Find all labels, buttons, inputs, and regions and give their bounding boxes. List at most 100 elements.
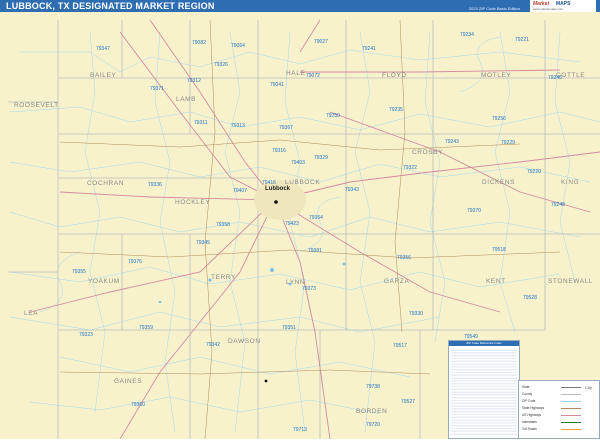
zip-label: 79371	[150, 86, 164, 92]
logo-url: www.marketmaps.com	[533, 7, 564, 11]
county-label-bailey: BAILEY	[90, 72, 117, 79]
zip-label: 79336	[148, 182, 162, 188]
zip-label: 79713	[293, 427, 307, 433]
zip-label: 79256	[492, 116, 506, 122]
county-label-terry: TERRY	[211, 274, 236, 281]
county-label-garza: GARZA	[384, 278, 410, 285]
legend-line-state	[561, 387, 581, 388]
zip-label: 79041	[270, 82, 284, 88]
county-label-floyd: FLOYD	[382, 72, 407, 79]
zip-label: 79330	[409, 311, 423, 317]
zip-label: 79343	[345, 187, 359, 193]
lamesa-city-dot	[264, 379, 268, 383]
zip-label: 79241	[362, 46, 376, 52]
zip-label: 79738	[366, 384, 380, 390]
county-label-dawson: DAWSON	[228, 338, 261, 345]
legend-label-us-hwy: US Highways	[522, 413, 542, 417]
county-label-lynn: LYNN	[286, 279, 306, 286]
zip-label: 79423	[285, 221, 299, 227]
map-frame: LUBBOCK, TX DESIGNATED MARKET REGION 202…	[0, 0, 600, 440]
county-label-lea: LEA	[24, 310, 39, 317]
edition-label: 2023 ZIP Code Basic Edition	[468, 6, 520, 11]
legend-line-state-hwy	[561, 408, 581, 409]
zip-label: 79527	[401, 399, 415, 405]
zip-label: 79220	[527, 169, 541, 175]
legend-inset-label: City	[585, 385, 592, 390]
zip-label: 79250	[326, 113, 340, 119]
zip-label: 79720	[366, 422, 380, 428]
legend-label-zip: ZIP Code	[522, 399, 536, 403]
zip-label: 79416	[262, 180, 276, 186]
legend-label-state: State	[522, 385, 530, 389]
county-label-yoakum: YOAKUM	[88, 278, 120, 285]
county-label-hale: HALE	[286, 70, 306, 77]
county-label-lubbock: LUBBOCK	[285, 179, 321, 186]
zip-label: 79358	[216, 222, 230, 228]
zip-label: 79342	[206, 342, 220, 348]
lubbock-city-dot	[274, 200, 278, 204]
zip-label: 79246	[548, 75, 562, 81]
county-label-motley: MOTLEY	[481, 72, 512, 79]
zip-label: 79311	[194, 120, 208, 126]
zip-label: 79312	[187, 78, 201, 84]
zip-label: 79373	[302, 286, 316, 292]
zip-label: 79326	[214, 62, 228, 68]
zip-label: 79345	[196, 240, 210, 246]
zip-label: 79517	[393, 343, 407, 349]
legend-label-interstate: Interstates	[522, 420, 537, 424]
county-label-dickens: DICKENS	[482, 179, 516, 186]
county-label-stonewall: STONEWALL	[548, 278, 594, 285]
county-label-roosevelt: ROOSEVELT	[14, 102, 59, 109]
zip-label: 79355	[72, 269, 86, 275]
publisher-logo: Market MAPS www.marketmaps.com	[530, 0, 596, 12]
legend-label-toll: Toll Roads	[522, 427, 537, 431]
county-label-crosby: CROSBY	[412, 149, 444, 156]
zip-label: 79370	[467, 208, 481, 214]
zip-label: 79221	[515, 37, 529, 43]
legend-label-county: County	[522, 392, 533, 396]
zip-label: 79248	[551, 202, 565, 208]
zip-label: 79376	[128, 259, 142, 265]
county-label-hockley: HOCKLEY	[175, 199, 211, 206]
zip-label: 79351	[282, 325, 296, 331]
zip-label: 79316	[272, 148, 286, 154]
county-label-borden: BORDEN	[356, 408, 388, 415]
zip-label: 79518	[492, 247, 506, 253]
zip-label: 79347	[96, 46, 110, 52]
zip-index-rows	[451, 348, 517, 436]
zip-label: 79234	[460, 32, 474, 38]
zip-label: 79407	[233, 188, 247, 194]
legend-label-state-hwy: State Highways	[522, 406, 545, 410]
zip-label: 79072	[306, 73, 320, 79]
zip-label: 79235	[389, 107, 403, 113]
zip-label: 79229	[501, 140, 515, 146]
legend-line-us-hwy	[561, 415, 581, 416]
zip-label: 79403	[291, 160, 305, 166]
zip-index-panel: ZIP Code Reference Index	[448, 340, 520, 439]
zip-label: 79367	[279, 125, 293, 131]
county-label-kent: KENT	[486, 278, 506, 285]
legend-line-county	[561, 394, 581, 395]
zip-label: 79329	[314, 155, 328, 161]
map-legend: State County ZIP Code State Highways US …	[518, 380, 600, 439]
zip-label: 79356	[397, 255, 411, 261]
zip-label: 79313	[231, 123, 245, 129]
zip-label: 79528	[523, 295, 537, 301]
zip-label: 79359	[139, 325, 153, 331]
city-label-lubbock: Lubbock	[265, 186, 290, 192]
zip-label: 79360	[131, 402, 145, 408]
zip-label: 79322	[403, 165, 417, 171]
legend-line-zip	[561, 401, 581, 402]
legend-line-toll	[561, 429, 581, 430]
title-bar: LUBBOCK, TX DESIGNATED MARKET REGION 202…	[0, 0, 600, 12]
zip-label: 79064	[231, 43, 245, 49]
zip-label: 79364	[309, 215, 323, 221]
zip-label: 79381	[308, 248, 322, 254]
county-label-lamb: LAMB	[176, 96, 197, 103]
county-label-king: KING	[561, 179, 580, 186]
county-label-gaines: GAINES	[114, 378, 143, 385]
county-label-cochran: COCHRAN	[87, 180, 125, 187]
zip-label: 79082	[192, 40, 206, 46]
map-title: LUBBOCK, TX DESIGNATED MARKET REGION	[6, 1, 215, 11]
zip-label: 79323	[79, 332, 93, 338]
